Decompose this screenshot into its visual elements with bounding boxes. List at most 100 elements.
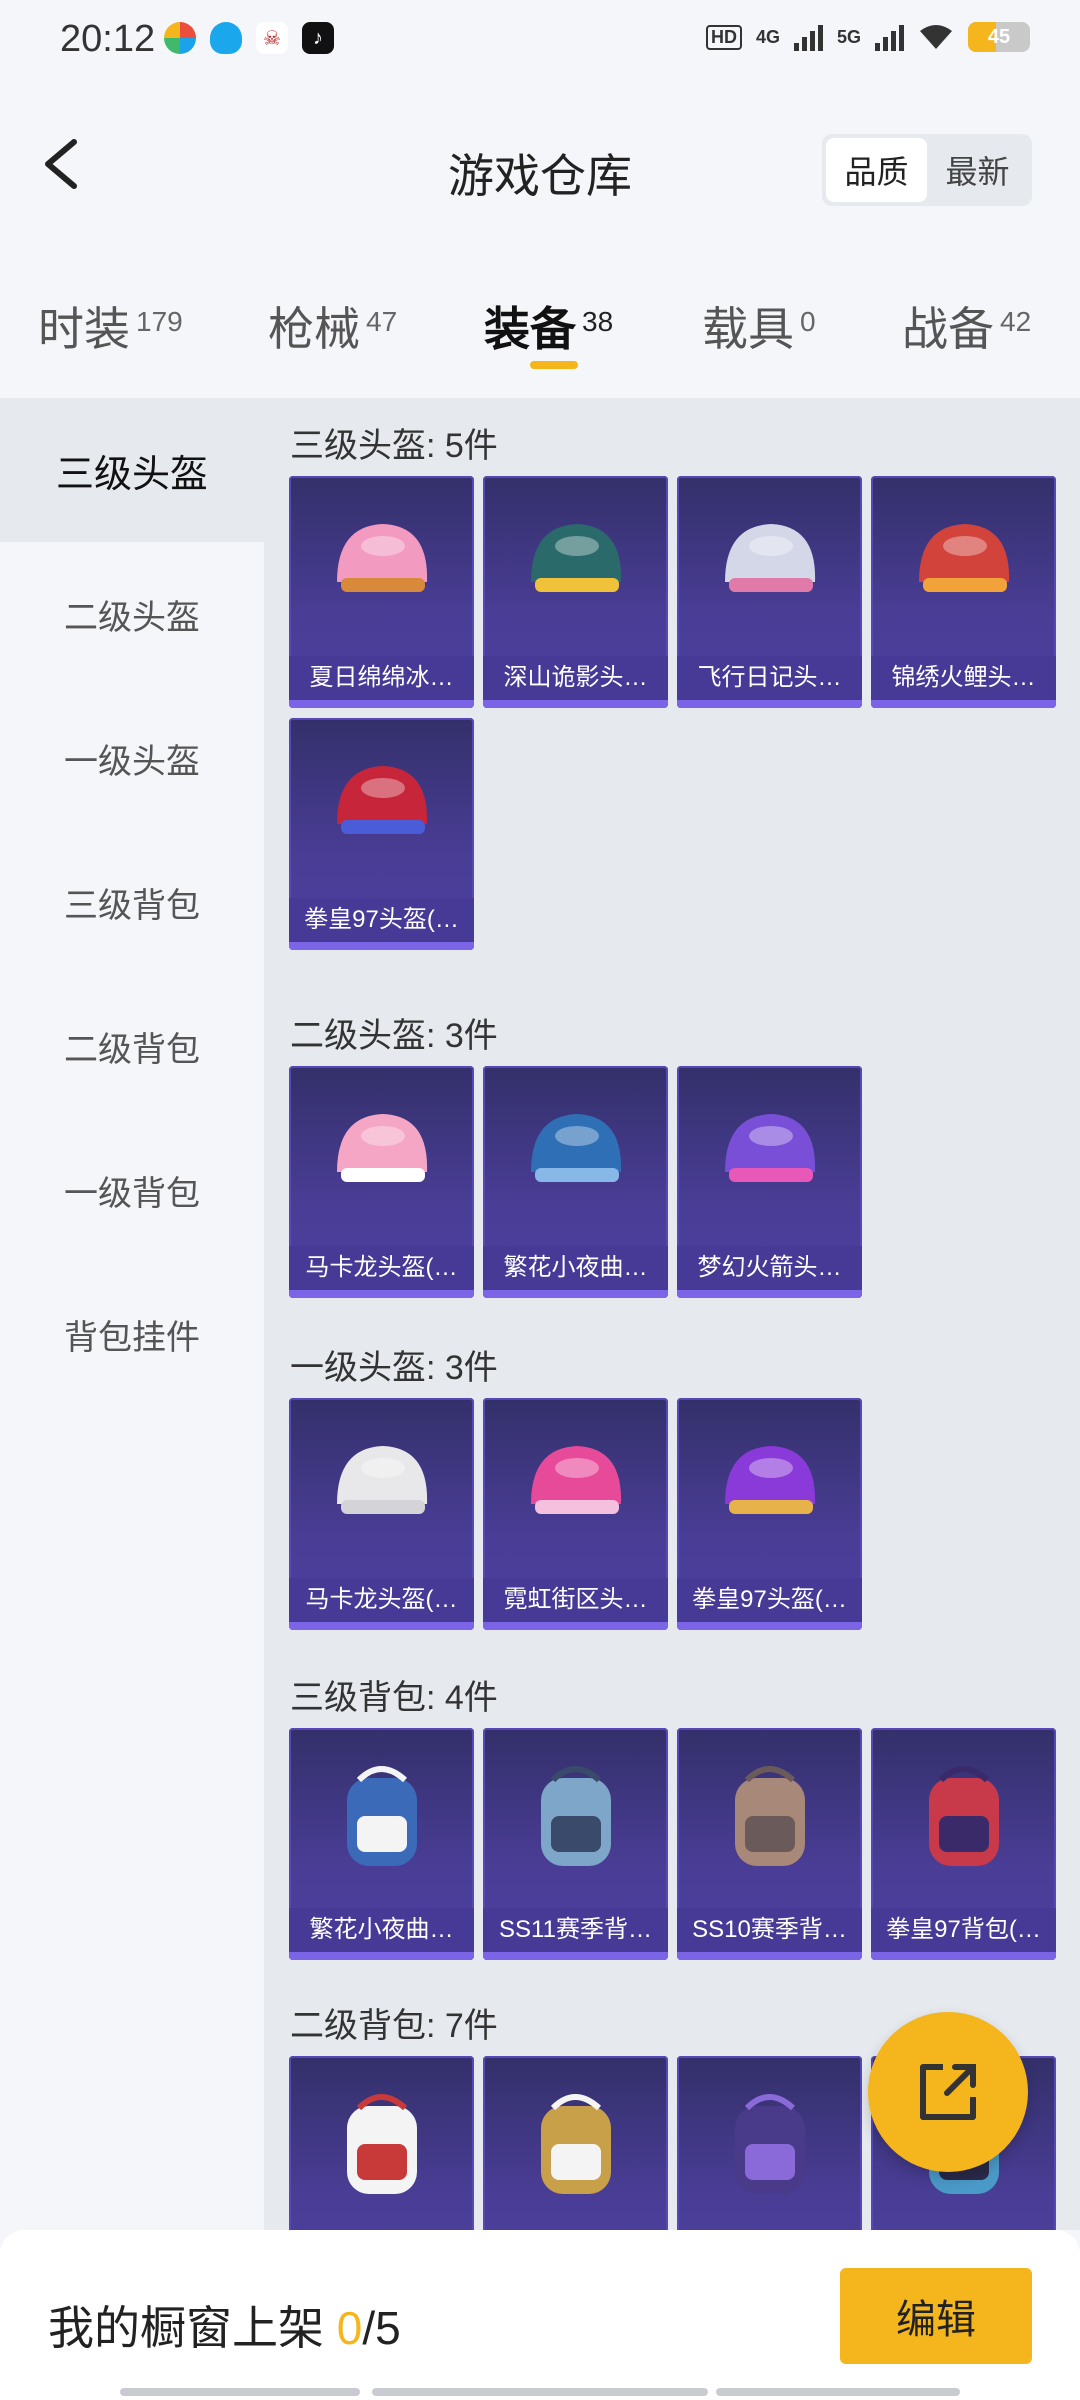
item-name: 深山诡影头…: [483, 656, 668, 700]
item-card[interactable]: SS11赛季背…: [483, 1728, 668, 1960]
sidebar-item-backpack-1[interactable]: 一级背包: [0, 1118, 264, 1262]
item-card[interactable]: 深山诡影头…: [483, 476, 668, 708]
tab-guns[interactable]: 枪械 47: [268, 293, 397, 359]
helmet-image: [319, 1094, 444, 1219]
item-card[interactable]: 飞行日记头…: [677, 476, 862, 708]
showcase-count: 我的橱窗上架 0/5: [48, 2302, 401, 2354]
helmet-image: [513, 1426, 638, 1551]
item-grid-area: 三级头盔: 5件夏日绵绵冰… 深山诡影头… 飞行日记头… 锦绣火鲤头… 拳皇97头盔(……: [264, 398, 1080, 2230]
item-name: 锦绣火鲤头…: [871, 656, 1056, 700]
quality-bar: [871, 700, 1056, 708]
quality-bar: [871, 1952, 1056, 1960]
wifi-icon: [920, 25, 952, 49]
tab-fashion[interactable]: 时装 179: [38, 293, 183, 359]
item-card[interactable]: [677, 2056, 862, 2230]
item-card[interactable]: 锦绣火鲤头…: [871, 476, 1056, 708]
item-card[interactable]: 梦幻火箭头…: [677, 1066, 862, 1298]
sidebar-item-helmet-2[interactable]: 二级头盔: [0, 542, 264, 686]
item-name: 马卡龙头盔(…: [289, 1246, 474, 1290]
signal-icon: [793, 23, 823, 51]
item-card[interactable]: 马卡龙头盔(…: [289, 1398, 474, 1630]
item-name: 拳皇97头盔(…: [677, 1578, 862, 1622]
quality-bar: [289, 1952, 474, 1960]
quality-bar: [289, 942, 474, 950]
tab-equipment[interactable]: 装备 38: [484, 293, 613, 359]
sidebar-item-helmet-3[interactable]: 三级头盔: [0, 398, 264, 542]
share-icon: [920, 2064, 976, 2120]
item-name: 繁花小夜曲…: [289, 1908, 474, 1952]
helmet-image: [513, 504, 638, 629]
backpack-image: [319, 2084, 444, 2209]
backpack-image: [319, 1756, 444, 1881]
sidebar-item-backpack-2[interactable]: 二级背包: [0, 974, 264, 1118]
helmet-image: [513, 1094, 638, 1219]
item-card[interactable]: SS10赛季背…: [677, 1728, 862, 1960]
helmet-image: [901, 504, 1026, 629]
nav-indicator: [372, 2388, 708, 2396]
section-title: 二级头盔: 3件: [290, 1017, 498, 1055]
sort-quality-button[interactable]: 品质: [826, 138, 927, 202]
sidebar: 三级头盔 二级头盔 一级头盔 三级背包 二级背包 一级背包 背包挂件: [0, 398, 264, 2230]
bottom-bar: 我的橱窗上架 0/5 编辑: [0, 2230, 1080, 2400]
helmet-image: [319, 746, 444, 871]
quality-bar: [483, 700, 668, 708]
backpack-image: [707, 1756, 832, 1881]
quality-bar: [483, 1290, 668, 1298]
backpack-image: [901, 1756, 1026, 1881]
battery-icon: 45: [968, 22, 1030, 52]
quality-bar: [289, 700, 474, 708]
status-indicators: HD 4G 5G 45: [705, 22, 1030, 52]
backpack-image: [513, 1756, 638, 1881]
status-bar: 20:12 ☠ ♪ HD 4G 5G 45: [0, 0, 1080, 82]
tab-count: 42: [1000, 306, 1032, 337]
quality-bar: [289, 1290, 474, 1298]
quality-bar: [677, 1622, 862, 1630]
sidebar-item-helmet-1[interactable]: 一级头盔: [0, 686, 264, 830]
tiktok-app-icon: ♪: [302, 22, 334, 54]
item-card[interactable]: 霓虹街区头…: [483, 1398, 668, 1630]
qq-app-icon: [210, 22, 242, 54]
status-time: 20:12: [60, 18, 156, 60]
active-tab-indicator: [530, 361, 578, 369]
status-app-icons: ☠ ♪: [164, 22, 334, 54]
hd-icon: HD: [705, 24, 742, 50]
quality-bar: [677, 1952, 862, 1960]
section-title: 一级头盔: 3件: [290, 1349, 498, 1387]
item-card[interactable]: 拳皇97头盔(…: [289, 718, 474, 950]
item-name: 拳皇97头盔(…: [289, 898, 474, 942]
sidebar-item-pendant[interactable]: 背包挂件: [0, 1262, 264, 1406]
item-card[interactable]: [483, 2056, 668, 2230]
item-card[interactable]: 拳皇97背包(…: [871, 1728, 1056, 1960]
item-name: 繁花小夜曲…: [483, 1246, 668, 1290]
item-name: 夏日绵绵冰…: [289, 656, 474, 700]
helmet-image: [319, 504, 444, 629]
item-card[interactable]: 繁花小夜曲…: [483, 1066, 668, 1298]
item-card[interactable]: 拳皇97头盔(…: [677, 1398, 862, 1630]
tab-supplies[interactable]: 战备 42: [902, 293, 1031, 359]
item-name: 马卡龙头盔(…: [289, 1578, 474, 1622]
tab-count: 179: [136, 306, 183, 337]
nav-indicator: [120, 2388, 360, 2396]
quality-bar: [677, 1290, 862, 1298]
backpack-image: [707, 2084, 832, 2209]
share-button[interactable]: [868, 2012, 1028, 2172]
helmet-image: [707, 1094, 832, 1219]
item-card[interactable]: [289, 2056, 474, 2230]
item-card[interactable]: 繁花小夜曲…: [289, 1728, 474, 1960]
tab-vehicles[interactable]: 载具 0: [702, 293, 816, 359]
sort-newest-button[interactable]: 最新: [927, 138, 1028, 202]
quality-bar: [677, 700, 862, 708]
item-name: 梦幻火箭头…: [677, 1246, 862, 1290]
quality-bar: [483, 1952, 668, 1960]
item-name: 拳皇97背包(…: [871, 1908, 1056, 1952]
item-card[interactable]: 马卡龙头盔(…: [289, 1066, 474, 1298]
section-title: 三级头盔: 5件: [290, 427, 498, 465]
edit-button[interactable]: 编辑: [840, 2268, 1032, 2364]
quality-bar: [289, 1622, 474, 1630]
item-card[interactable]: 夏日绵绵冰…: [289, 476, 474, 708]
signal-icon-2: [875, 23, 904, 51]
category-tabs: 时装 179 枪械 47 装备 38 载具 0 战备 42: [0, 257, 1080, 397]
helmet-image: [707, 1426, 832, 1551]
quality-bar: [483, 1622, 668, 1630]
sidebar-item-backpack-3[interactable]: 三级背包: [0, 830, 264, 974]
